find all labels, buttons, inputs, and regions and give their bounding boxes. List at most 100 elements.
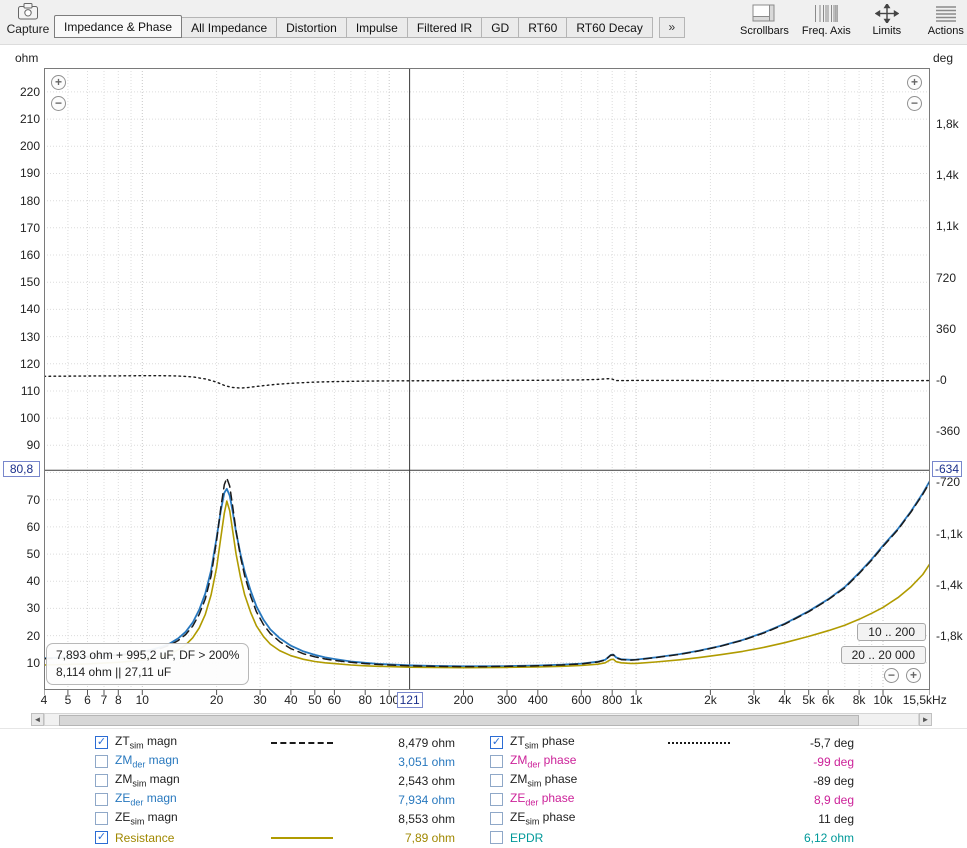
legend-label: EPDR — [510, 830, 544, 845]
toolbar-button-label: Freq. Axis — [801, 25, 851, 37]
limits-icon — [864, 3, 910, 24]
right-axis-tick: 720 — [936, 270, 957, 285]
legend-checkbox-unchecked[interactable] — [490, 793, 503, 806]
cursor-tooltip: 7,893 ohm + 995,2 uF, DF > 200% 8,114 oh… — [46, 643, 250, 685]
x-axis-tick: 10 — [135, 693, 149, 707]
toolbar-button-freq-axis[interactable]: Freq. Axis — [802, 3, 851, 37]
legend-row: ZEder phase 8,9 deg — [490, 790, 854, 809]
legend-row: ZMder phase -99 deg — [490, 752, 854, 771]
left-axis-tick: 110 — [20, 383, 40, 398]
legend-row: ZEder magn 7,934 ohm — [95, 790, 455, 809]
legend-checkbox-unchecked[interactable] — [95, 774, 108, 787]
legend-value: 3,051 ohm — [398, 754, 455, 769]
right-axis-tick: -1,4k — [936, 577, 963, 592]
legend-value: 8,553 ohm — [398, 811, 455, 826]
left-axis-tick: 90 — [26, 438, 40, 453]
legend-row: ✓ Resistance 7,89 ohm — [95, 828, 455, 847]
x-axis-tick: 800 — [602, 693, 623, 707]
x-axis-tick: 10k — [873, 693, 893, 707]
legend-checkbox-unchecked[interactable] — [490, 831, 503, 844]
cursor-deg-readout: -634 — [932, 461, 963, 478]
legend-label: ZMder phase — [510, 753, 577, 770]
legend-value: -99 deg — [813, 754, 854, 769]
legend-checkbox-unchecked[interactable] — [95, 755, 108, 768]
legend-row: ✓ ZTsim phase -5,7 deg — [490, 733, 854, 752]
cursor-ohm-readout: 80,8 — [3, 461, 40, 478]
left-axis-tick: 20 — [26, 628, 40, 643]
tab-rt60[interactable]: RT60 — [518, 17, 568, 38]
scrollbar-thumb[interactable] — [59, 715, 859, 726]
tab-all-impedance[interactable]: All Impedance — [181, 17, 278, 38]
right-axis-tick: -1,8k — [936, 629, 963, 643]
left-axis-tick: 120 — [19, 356, 40, 371]
legend-checkbox-unchecked[interactable] — [95, 812, 108, 825]
legend-checkbox-checked[interactable]: ✓ — [490, 736, 503, 749]
right-axis-tick: 1,1k — [936, 219, 959, 234]
zoom-in-left-axis-button[interactable]: + — [51, 75, 66, 90]
zoom-out-right-axis-button[interactable]: − — [907, 96, 922, 111]
cursor-freq-readout: 121 — [396, 692, 423, 708]
left-axis-tick: 130 — [19, 329, 40, 344]
y-range-preset-button[interactable]: 10 .. 200 — [857, 623, 926, 641]
legend-checkbox-unchecked[interactable] — [95, 793, 108, 806]
plot-area[interactable] — [44, 68, 930, 696]
scroll-left-arrow[interactable]: ◄ — [31, 713, 44, 726]
left-axis-unit-label: ohm — [15, 51, 39, 65]
capture-button[interactable]: Capture — [3, 2, 53, 36]
legend-column-magnitude: ✓ ZTsim magn 8,479 ohm ZMder magn 3,051 ohm Z… — [95, 733, 455, 847]
legend-row: ✓ ZTsim magn 8,479 ohm — [95, 733, 455, 752]
x-axis-tick: 40 — [284, 693, 298, 707]
tab-gd[interactable]: GD — [481, 17, 520, 38]
toolbar: Capture Impedance & Phase All Impedance Di… — [0, 0, 967, 45]
actions-icon — [923, 3, 967, 24]
legend-checkbox-unchecked[interactable] — [490, 774, 503, 787]
tab-distortion[interactable]: Distortion — [276, 17, 347, 38]
tab-overflow-button[interactable]: » — [658, 17, 685, 38]
right-axis-tick: -1,1k — [936, 526, 963, 541]
legend-label: ZTsim phase — [510, 734, 575, 751]
legend-row: ZMder magn 3,051 ohm — [95, 752, 455, 771]
x-axis-tick: 8k — [852, 693, 866, 707]
left-axis-tick: 40 — [26, 574, 40, 589]
x-range-preset-button[interactable]: 20 .. 20 000 — [840, 646, 926, 664]
legend-checkbox-unchecked[interactable] — [490, 812, 503, 825]
scroll-right-arrow[interactable]: ► — [919, 713, 932, 726]
left-axis-tick: 150 — [19, 275, 40, 290]
zoom-out-x-axis-button[interactable]: − — [884, 668, 899, 683]
legend-line-sample-dashed — [271, 741, 333, 744]
x-axis-tick: 50 — [308, 693, 322, 707]
toolbar-button-label: Scrollbars — [740, 25, 789, 37]
toolbar-button-actions[interactable]: Actions — [923, 3, 967, 37]
tab-impedance-phase[interactable]: Impedance & Phase — [54, 15, 183, 38]
zoom-in-right-axis-button[interactable]: + — [907, 75, 922, 90]
toolbar-button-limits[interactable]: Limits — [864, 3, 910, 37]
x-axis-tick: 7 — [100, 693, 108, 707]
scrollbar-track[interactable] — [44, 713, 919, 726]
left-axis-tick: 10 — [26, 655, 40, 670]
toolbar-button-scrollbars[interactable]: Scrollbars — [740, 3, 789, 37]
legend-row: ZEsim phase 11 deg — [490, 809, 854, 828]
scrollbars-icon — [740, 3, 789, 24]
left-axis-tick: 200 — [19, 139, 40, 154]
zoom-in-x-axis-button[interactable]: + — [906, 668, 921, 683]
tab-filtered-ir[interactable]: Filtered IR — [406, 17, 483, 38]
tooltip-line-2: 8,114 ohm || 27,11 uF — [56, 665, 172, 679]
horizontal-scrollbar[interactable]: ◄ ► — [31, 713, 932, 726]
tab-strip: Impedance & Phase All Impedance Distortion… — [54, 15, 685, 38]
legend-checkbox-checked[interactable]: ✓ — [95, 736, 108, 749]
toolbar-button-label: Limits — [872, 25, 902, 37]
x-axis-tick: 4 — [40, 693, 48, 707]
x-axis-tick: 300 — [496, 693, 517, 707]
legend-checkbox-checked[interactable]: ✓ — [95, 831, 108, 844]
capture-label: Capture — [6, 22, 50, 36]
legend-line-sample — [628, 741, 770, 744]
left-axis-tick: 180 — [19, 193, 40, 208]
legend-checkbox-unchecked[interactable] — [490, 755, 503, 768]
x-axis-tick: 6k — [821, 693, 835, 707]
x-axis-tick: 20 — [209, 693, 224, 707]
legend-panel: ✓ ZTsim magn 8,479 ohm ZMder magn 3,051 ohm Z… — [0, 728, 967, 848]
tab-impulse[interactable]: Impulse — [345, 17, 408, 38]
legend-line-sample — [233, 741, 371, 744]
zoom-out-left-axis-button[interactable]: − — [51, 96, 66, 111]
tab-rt60-decay[interactable]: RT60 Decay — [566, 17, 653, 38]
